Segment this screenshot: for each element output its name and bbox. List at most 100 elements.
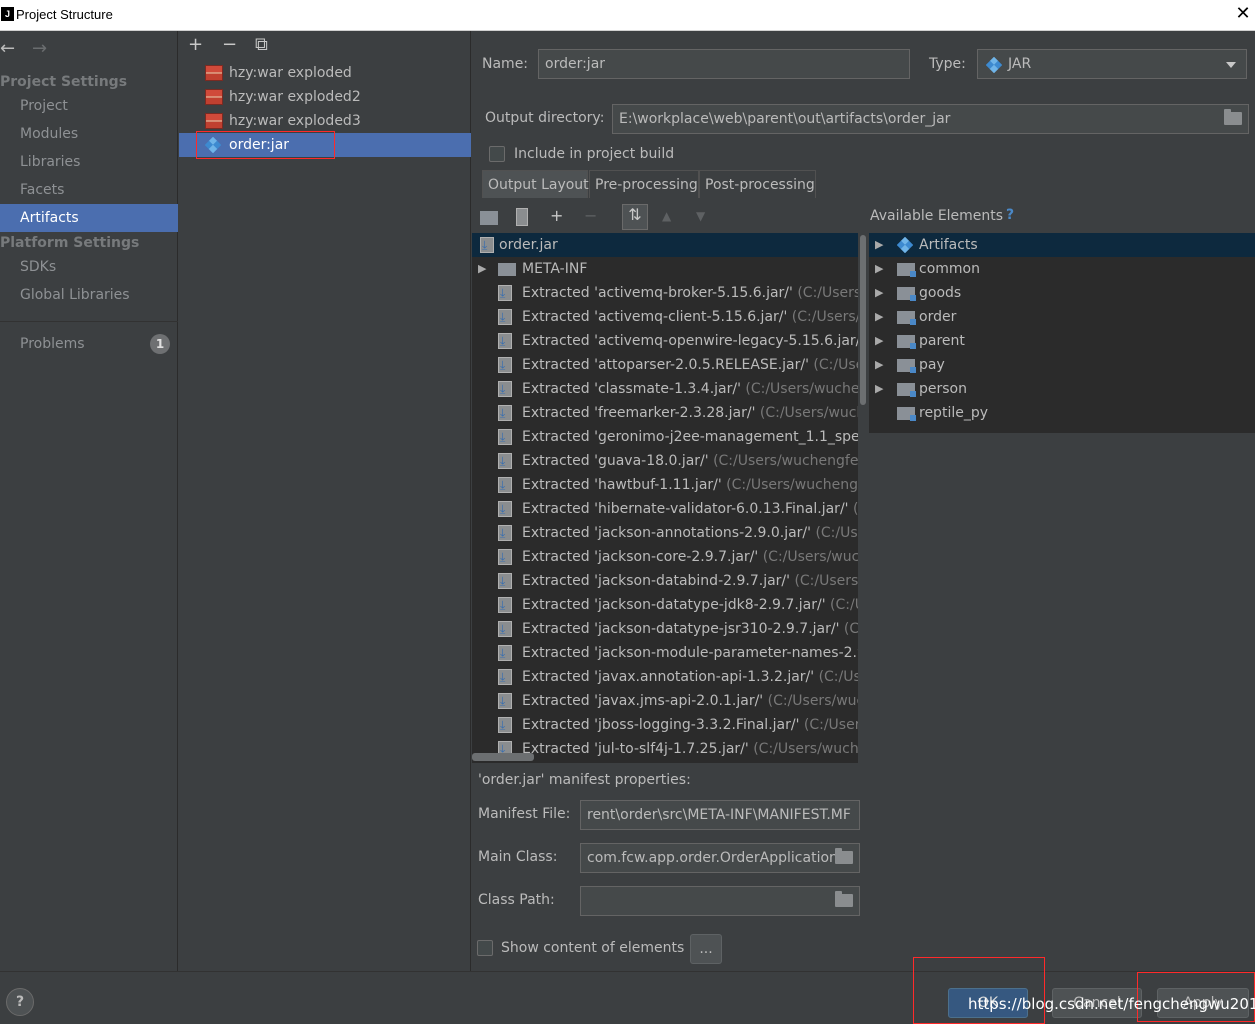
nav-item-libraries[interactable]: Libraries <box>0 148 178 176</box>
tree-extracted-row[interactable]: Extracted 'geronimo-j2ee-management_1.1_… <box>472 425 868 449</box>
remove-element-icon[interactable]: − <box>584 206 597 226</box>
jar-name: Extracted 'jackson-datatype-jdk8-2.9.7.j… <box>522 597 826 613</box>
create-archive-icon[interactable] <box>516 208 528 226</box>
main-class-field[interactable]: com.fcw.app.order.OrderApplication <box>580 843 860 873</box>
output-layout-tree[interactable]: order.jar ▶ META-INF Extracted 'activemq… <box>472 233 868 763</box>
tree-extracted-row[interactable]: Extracted 'guava-18.0.jar/' (C:/Users/wu… <box>472 449 868 473</box>
available-element-row[interactable]: ▶ Artifacts <box>869 233 1255 257</box>
forward-arrow-icon[interactable]: → <box>32 39 47 59</box>
artifact-item[interactable]: hzy:war exploded3 <box>179 109 471 133</box>
expand-arrow-icon[interactable]: ▶ <box>875 305 883 329</box>
available-element-row[interactable]: ▶ order <box>869 305 1255 329</box>
extracted-jar-icon <box>498 665 512 689</box>
tree-folder-row[interactable]: ▶ META-INF <box>472 257 868 281</box>
browse-folder-icon[interactable] <box>1224 109 1242 125</box>
nav-item-problems[interactable]: Problems 1 <box>0 330 178 358</box>
move-up-icon[interactable]: ▲ <box>662 206 671 226</box>
nav-item-modules[interactable]: Modules <box>0 120 178 148</box>
tree-scroll-thumb[interactable] <box>860 235 866 405</box>
tree-root-row[interactable]: order.jar <box>472 233 868 257</box>
expand-arrow-icon[interactable]: ▶ <box>875 353 883 377</box>
create-directory-icon[interactable] <box>480 211 498 225</box>
tab-post-processing[interactable]: Post-processing <box>699 170 816 198</box>
artifact-item-selected[interactable]: order:jar <box>179 133 471 157</box>
available-element-row[interactable]: reptile_py <box>869 401 1255 425</box>
expand-arrow-icon[interactable]: ▶ <box>875 233 883 257</box>
browse-class-icon[interactable] <box>835 848 853 864</box>
tab-output-layout[interactable]: Output Layout <box>482 170 589 198</box>
module-folder-icon <box>897 407 916 421</box>
add-artifact-icon[interactable]: + <box>188 35 203 55</box>
nav-item-sdks[interactable]: SDKs <box>0 253 178 281</box>
tree-extracted-row[interactable]: Extracted 'hawtbuf-1.11.jar/' (C:/Users/… <box>472 473 868 497</box>
available-element-row[interactable]: ▶ parent <box>869 329 1255 353</box>
tree-row-label: Extracted 'jackson-datatype-jdk8-2.9.7.j… <box>522 593 868 617</box>
tree-extracted-row[interactable]: Extracted 'attoparser-2.0.5.RELEASE.jar/… <box>472 353 868 377</box>
remove-artifact-icon[interactable]: − <box>222 35 237 55</box>
type-select[interactable]: JAR <box>977 49 1247 79</box>
tree-extracted-row[interactable]: Extracted 'freemarker-2.3.28.jar/' (C:/U… <box>472 401 868 425</box>
tree-extracted-row[interactable]: Extracted 'javax.jms-api-2.0.1.jar/' (C:… <box>472 689 868 713</box>
artifact-item[interactable]: hzy:war exploded <box>179 61 471 85</box>
tree-extracted-row[interactable]: Extracted 'activemq-openwire-legacy-5.15… <box>472 329 868 353</box>
module-folder-icon <box>897 335 916 349</box>
ok-button[interactable]: OK <box>948 988 1028 1018</box>
copy-artifact-icon[interactable]: ⧉ <box>255 35 268 55</box>
manifest-file-field[interactable]: rent\order\src\META-INF\MANIFEST.MF <box>580 800 860 830</box>
tree-extracted-row[interactable]: Extracted 'jackson-datatype-jsr310-2.9.7… <box>472 617 868 641</box>
tree-extracted-row[interactable]: Extracted 'jackson-datatype-jdk8-2.9.7.j… <box>472 593 868 617</box>
available-element-row[interactable]: ▶ goods <box>869 281 1255 305</box>
tree-extracted-row[interactable]: Extracted 'jackson-databind-2.9.7.jar/' … <box>472 569 868 593</box>
tab-pre-processing[interactable]: Pre-processing <box>589 170 699 198</box>
artifact-label: hzy:war exploded2 <box>229 89 361 105</box>
help-button[interactable]: ? <box>6 988 34 1016</box>
tree-extracted-row[interactable]: Extracted 'activemq-broker-5.15.6.jar/' … <box>472 281 868 305</box>
module-folder-icon <box>897 311 916 325</box>
tree-horizontal-scroll-thumb[interactable] <box>472 753 534 761</box>
nav-item-artifacts[interactable]: Artifacts <box>0 204 178 232</box>
tree-extracted-row[interactable]: Extracted 'jboss-logging-3.3.2.Final.jar… <box>472 713 868 737</box>
show-content-checkbox[interactable] <box>477 940 493 956</box>
back-arrow-icon[interactable]: ← <box>0 39 15 59</box>
tree-extracted-row[interactable]: Extracted 'jackson-annotations-2.9.0.jar… <box>472 521 868 545</box>
cancel-button[interactable]: Cancel <box>1052 988 1142 1018</box>
expand-arrow-icon[interactable]: ▶ <box>875 257 883 281</box>
main-class-label: Main Class: <box>478 849 558 865</box>
expand-arrow-icon[interactable]: ▶ <box>875 281 883 305</box>
more-options-button[interactable]: ... <box>690 934 722 964</box>
tree-extracted-row[interactable]: Extracted 'classmate-1.3.4.jar/' (C:/Use… <box>472 377 868 401</box>
settings-nav: ← → Project Settings Project Modules Lib… <box>0 31 178 971</box>
nav-item-facets[interactable]: Facets <box>0 176 178 204</box>
available-elements-tree[interactable]: ▶ Artifacts ▶ common ▶ goods ▶ order ▶ parent ▶ pay… <box>869 233 1255 433</box>
tree-extracted-row[interactable]: Extracted 'jackson-core-2.9.7.jar/' (C:/… <box>472 545 868 569</box>
browse-class-path-icon[interactable] <box>835 891 853 907</box>
artifact-label: order:jar <box>229 137 290 153</box>
output-directory-field[interactable]: E:\workplace\web\parent\out\artifacts\or… <box>612 104 1249 134</box>
nav-item-global-libraries[interactable]: Global Libraries <box>0 281 178 309</box>
help-question-icon[interactable]: ? <box>1006 207 1014 223</box>
tree-row-label: Extracted 'jackson-module-parameter-name… <box>522 641 868 665</box>
nav-item-project[interactable]: Project <box>0 92 178 120</box>
expand-arrow-icon[interactable]: ▶ <box>875 329 883 353</box>
tree-extracted-row[interactable]: Extracted 'jackson-module-parameter-name… <box>472 641 868 665</box>
add-element-icon[interactable]: + <box>550 206 563 226</box>
tree-extracted-row[interactable]: Extracted 'javax.annotation-api-1.3.2.ja… <box>472 665 868 689</box>
expand-arrow-icon[interactable]: ▶ <box>478 257 486 281</box>
expand-arrow-icon[interactable]: ▶ <box>875 377 883 401</box>
move-down-icon[interactable]: ▼ <box>696 206 705 226</box>
tree-extracted-row[interactable]: Extracted 'activemq-client-5.15.6.jar/' … <box>472 305 868 329</box>
available-element-row[interactable]: ▶ pay <box>869 353 1255 377</box>
available-element-row[interactable]: ▶ person <box>869 377 1255 401</box>
apply-button[interactable]: Apply <box>1157 988 1249 1018</box>
available-element-label: goods <box>919 285 962 301</box>
name-field[interactable]: order:jar <box>538 49 910 79</box>
tree-row-label: Extracted 'activemq-broker-5.15.6.jar/' … <box>522 281 868 305</box>
class-path-field[interactable] <box>580 886 860 916</box>
artifact-item[interactable]: hzy:war exploded2 <box>179 85 471 109</box>
available-element-row[interactable]: ▶ common <box>869 257 1255 281</box>
sort-elements-icon[interactable]: ⇅ <box>622 204 648 230</box>
include-in-build-checkbox[interactable] <box>489 146 505 162</box>
tree-extracted-row[interactable]: Extracted 'hibernate-validator-6.0.13.Fi… <box>472 497 868 521</box>
close-window-button[interactable]: ✕ <box>1233 2 1253 26</box>
jar-name: Extracted 'javax.jms-api-2.0.1.jar/' <box>522 693 764 709</box>
